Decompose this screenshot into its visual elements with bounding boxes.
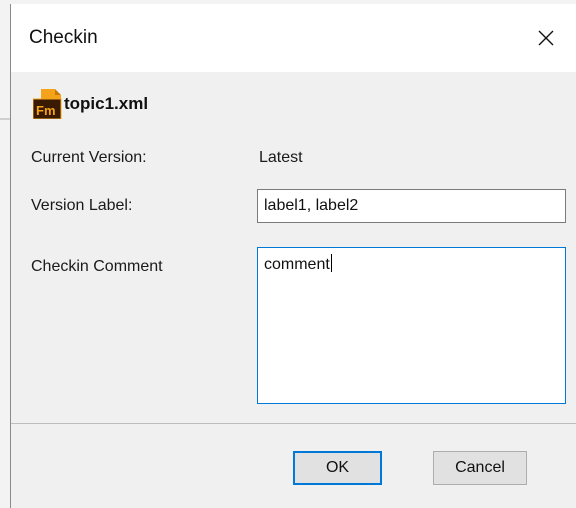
close-button[interactable] <box>516 4 576 72</box>
current-version-label: Current Version: <box>31 149 147 166</box>
checkin-comment-textarea[interactable]: comment <box>257 247 566 404</box>
button-footer: OK Cancel <box>11 424 576 508</box>
checkin-comment-value: comment <box>264 256 330 273</box>
version-label-input-value: label1, label2 <box>264 197 359 214</box>
file-icon-text: Fm <box>36 103 56 118</box>
version-label-label: Version Label: <box>31 197 133 214</box>
cancel-button[interactable]: Cancel <box>433 451 527 485</box>
current-version-value: Latest <box>259 149 303 166</box>
file-row: Fm topic1.xml <box>33 86 148 122</box>
ok-button[interactable]: OK <box>293 451 382 485</box>
dialog-title: Checkin <box>29 27 98 48</box>
title-bar[interactable]: Checkin <box>11 4 576 72</box>
background-window-strip <box>0 0 10 508</box>
file-name: topic1.xml <box>64 94 149 113</box>
text-caret <box>330 254 332 272</box>
close-icon <box>538 30 554 46</box>
checkin-comment-label: Checkin Comment <box>31 258 163 275</box>
version-label-input[interactable]: label1, label2 <box>257 189 566 223</box>
background-separator <box>0 118 10 120</box>
checkin-dialog: Checkin Fm topic1.xml Current Version: L… <box>10 4 576 508</box>
framemaker-file-icon: Fm <box>33 89 62 119</box>
